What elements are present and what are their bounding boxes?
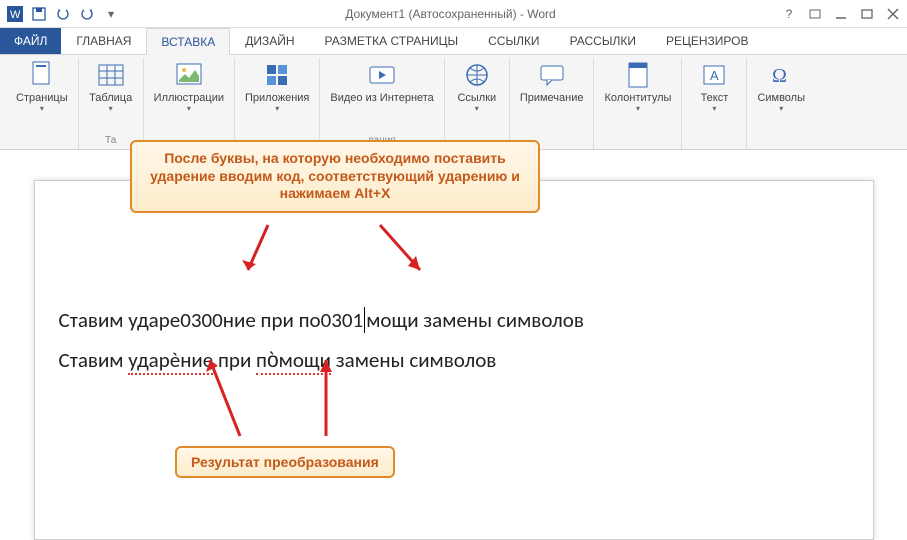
chevron-down-icon: ▾ [779, 104, 783, 113]
chevron-down-icon: ▾ [40, 104, 44, 113]
page[interactable]: Ставим ударе0300ние при по0301мощи замен… [34, 180, 874, 540]
svg-text:A: A [710, 68, 719, 83]
save-icon[interactable] [30, 5, 48, 23]
ribbon-group-media: Видео из Интернета вания [320, 58, 444, 149]
undo-icon[interactable] [54, 5, 72, 23]
chevron-down-icon: ▾ [636, 104, 640, 113]
table-icon [96, 60, 126, 90]
redo-icon[interactable] [78, 5, 96, 23]
quick-access-toolbar: W ▾ [6, 5, 120, 23]
tab-references[interactable]: ССЫЛКИ [473, 28, 554, 54]
chevron-down-icon: ▾ [109, 104, 113, 113]
apps-icon [262, 60, 292, 90]
arrow-icon [316, 350, 376, 450]
headers-button[interactable]: Колонтитулы ▾ [600, 58, 675, 113]
symbols-button[interactable]: Ω Символы ▾ [753, 58, 809, 113]
ribbon-group-illustrations: Иллюстрации ▾ [144, 58, 235, 149]
ribbon-group-links: Ссылки ▾ [445, 58, 510, 149]
doc-line-2[interactable]: Ставим ударѐние при по̀мощи замены симво… [59, 347, 849, 373]
tab-home[interactable]: ГЛАВНАЯ [61, 28, 146, 54]
comment-button[interactable]: Примечание [516, 58, 588, 104]
illustrations-button[interactable]: Иллюстрации ▾ [150, 58, 228, 113]
titlebar: W ▾ Документ1 (Автосохраненный) - Word ? [0, 0, 907, 28]
pages-button[interactable]: Страницы ▾ [12, 58, 72, 113]
doc-line-1[interactable]: Ставим ударе0300ние при по0301мощи замен… [59, 307, 849, 333]
svg-text:Ω: Ω [772, 65, 787, 87]
apps-button[interactable]: Приложения ▾ [241, 58, 313, 113]
arrow-icon [370, 220, 440, 290]
window-title: Документ1 (Автосохраненный) - Word [120, 7, 781, 21]
textbox-icon: A [699, 60, 729, 90]
arrow-icon [238, 220, 298, 290]
ribbon-group-symbols: Ω Символы ▾ [747, 58, 815, 149]
document-body[interactable]: Ставим ударе0300ние при по0301мощи замен… [59, 301, 849, 379]
callout-bottom: Результат преобразования [175, 446, 395, 478]
tab-file[interactable]: ФАЙЛ [0, 28, 61, 54]
ribbon-group-pages: Страницы ▾ [6, 58, 79, 149]
tab-design[interactable]: ДИЗАЙН [230, 28, 309, 54]
ribbon-group-comment: Примечание [510, 58, 595, 149]
chevron-down-icon: ▾ [712, 104, 716, 113]
page-icon [27, 60, 57, 90]
minimize-icon[interactable] [833, 6, 849, 22]
ribbon-options-icon[interactable] [807, 6, 823, 22]
header-icon [623, 60, 653, 90]
links-button[interactable]: Ссылки ▾ [451, 58, 503, 113]
callout-top: После буквы, на которую необходимо поста… [130, 140, 540, 213]
ribbon-group-text: A Текст ▾ [682, 58, 747, 149]
close-icon[interactable] [885, 6, 901, 22]
word-icon: W [6, 5, 24, 23]
tab-insert[interactable]: ВСТАВКА [146, 28, 230, 55]
ribbon-group-table: Таблица ▾ Та [79, 58, 144, 149]
tab-review[interactable]: РЕЦЕНЗИРОВ [651, 28, 764, 54]
text-button[interactable]: A Текст ▾ [688, 58, 740, 113]
ribbon-tabs: ФАЙЛ ГЛАВНАЯ ВСТАВКА ДИЗАЙН РАЗМЕТКА СТР… [0, 28, 907, 54]
chevron-down-icon: ▾ [187, 104, 191, 113]
video-icon [367, 60, 397, 90]
window-controls: ? [781, 6, 901, 22]
link-icon [462, 60, 492, 90]
picture-icon [174, 60, 204, 90]
ribbon-group-headers: Колонтитулы ▾ [594, 58, 682, 149]
comment-icon [537, 60, 567, 90]
tab-page-layout[interactable]: РАЗМЕТКА СТРАНИЦЫ [310, 28, 474, 54]
arrow-icon [200, 350, 260, 450]
svg-text:W: W [10, 9, 21, 21]
ribbon: Страницы ▾ Таблица ▾ Та Иллюстрации ▾ Пр… [0, 54, 907, 150]
online-video-button[interactable]: Видео из Интернета [326, 58, 437, 104]
chevron-down-icon: ▾ [275, 104, 279, 113]
chevron-down-icon: ▾ [475, 104, 479, 113]
tab-mailings[interactable]: РАССЫЛКИ [555, 28, 651, 54]
maximize-icon[interactable] [859, 6, 875, 22]
help-icon[interactable]: ? [781, 6, 797, 22]
qat-customize-icon[interactable]: ▾ [102, 5, 120, 23]
ribbon-group-apps: Приложения ▾ [235, 58, 320, 149]
table-button[interactable]: Таблица ▾ [85, 58, 137, 113]
omega-icon: Ω [766, 60, 796, 90]
